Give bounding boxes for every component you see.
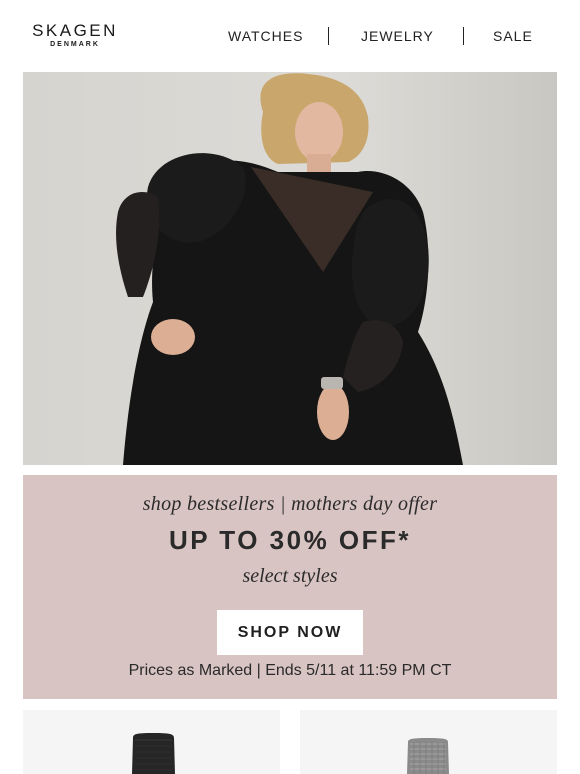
product-tile-black-strap[interactable] bbox=[23, 710, 280, 774]
nav-link-watches[interactable]: WATCHES bbox=[228, 28, 303, 44]
hero-image[interactable] bbox=[23, 72, 557, 465]
nav-divider bbox=[328, 27, 329, 45]
nav-link-jewelry[interactable]: JEWELRY bbox=[361, 28, 434, 44]
promo-subtitle: shop bestsellers | mothers day offer bbox=[142, 493, 438, 515]
silver-mesh-watch-strap-icon bbox=[407, 738, 449, 774]
promo-terms: Prices as Marked | Ends 5/11 at 11:59 PM… bbox=[128, 662, 452, 679]
email-header: SKAGEN DENMARK WATCHES JEWELRY SALE bbox=[0, 0, 580, 72]
nav-divider bbox=[463, 27, 464, 45]
product-tile-silver-strap[interactable] bbox=[300, 710, 557, 774]
black-mesh-watch-strap-icon bbox=[132, 733, 175, 774]
hero-photo-illustration bbox=[23, 72, 557, 465]
logo-wordmark: SKAGEN bbox=[32, 21, 118, 40]
nav-link-sale[interactable]: SALE bbox=[493, 28, 533, 44]
shop-now-button[interactable]: SHOP NOW bbox=[217, 610, 363, 655]
promo-banner: shop bestsellers | mothers day offer UP … bbox=[23, 475, 557, 699]
logo-subtitle: DENMARK bbox=[50, 41, 100, 48]
promo-headline: UP TO 30% OFF* bbox=[168, 525, 412, 555]
promo-qualifier: select styles bbox=[242, 565, 338, 587]
skagen-logo[interactable]: SKAGEN DENMARK bbox=[32, 22, 118, 49]
